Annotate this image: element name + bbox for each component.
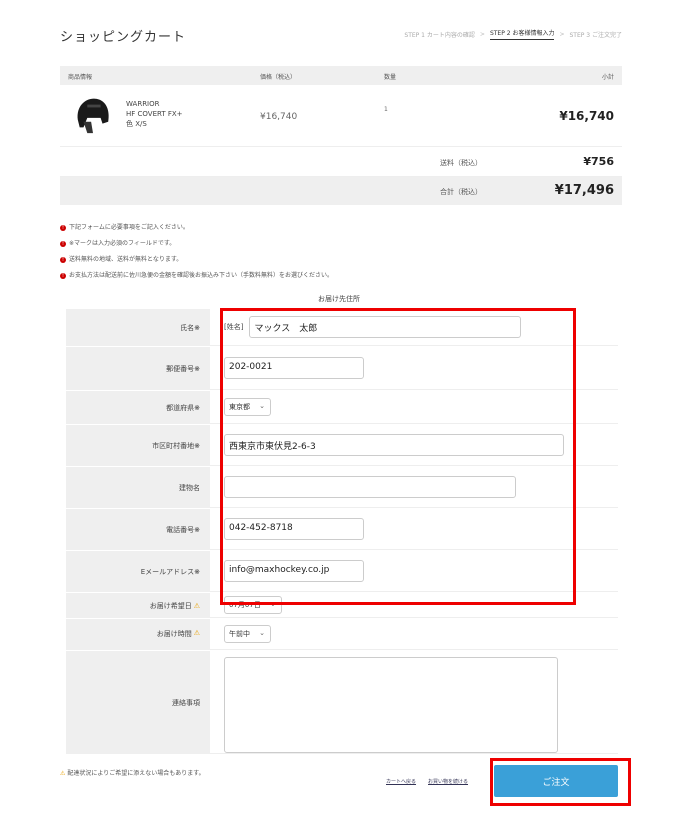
cart-header: 商品情報 価格（税込） 数量 小計	[60, 66, 622, 85]
warning-icon: ⚠	[60, 770, 66, 777]
step-3: STEP 3 ご注文完了	[569, 31, 622, 39]
note-item: ! 送料無料の地域、送料が無料となります。	[60, 256, 183, 263]
back-to-cart-link[interactable]: カートへ戻る	[386, 778, 416, 785]
header-subtotal: 小計	[601, 74, 614, 81]
label-delivery-date: お届け希望日 ⚠	[66, 593, 210, 618]
note-item: ! 下記フォームに必要事項をご記入ください。	[60, 224, 189, 231]
cart-table: 商品情報 価格（税込） 数量 小計 WARRIOR HF COVERT FX+ …	[60, 66, 622, 205]
total-value: ¥17,496	[554, 183, 614, 198]
form-notes: ! 下記フォームに必要事項をご記入ください。 ! ※マークは入力必須のフィールドです…	[60, 220, 333, 284]
product-subtotal: ¥16,740	[559, 109, 614, 123]
row-delivery-time: お届け時間 ⚠ 午前中 ⌄	[66, 619, 618, 651]
building-field[interactable]	[224, 476, 516, 498]
alert-icon: !	[60, 224, 66, 231]
product-brand: WARRIOR	[126, 100, 160, 108]
label-remarks: 連絡事項	[66, 651, 210, 754]
pref-select[interactable]: 東京都 ⌄	[224, 398, 271, 416]
helmet-product-image[interactable]	[74, 95, 112, 137]
total-label: 合計（税込）	[440, 188, 482, 196]
section-title: お届け先住所	[318, 295, 360, 303]
address-field[interactable]: 西東京市東伏見2-6-3	[224, 434, 564, 456]
header-item: 商品情報	[68, 74, 93, 81]
step-separator: >	[559, 30, 565, 38]
warning-icon: ⚠	[193, 601, 200, 610]
note-item: ! お支払方法は配送前に佐川急便の金額を確認後お振込み下さい（手数料無料）をお選び…	[60, 272, 334, 279]
chevron-down-icon: ⌄	[259, 629, 265, 637]
delivery-form: 氏名 ※ [姓名] マックス 太郎 郵便番号 ※ 202-0021 都道府県 ※ 東京…	[66, 309, 618, 755]
bottom-note: ⚠ 配達状況によりご希望に添えない場合もあります。	[60, 770, 205, 777]
continue-shopping-link[interactable]: お買い物を続ける	[428, 778, 468, 785]
checkout-steps: STEP 1 カート内容の確認 > STEP 2 お客様情報入力 > STEP …	[404, 28, 622, 40]
product-variant: 色 X/S	[126, 120, 147, 128]
shipping-value: ¥756	[583, 155, 614, 168]
phone-field[interactable]: 042-452-8718	[224, 518, 364, 540]
remarks-textarea[interactable]	[224, 657, 558, 753]
product-info: WARRIOR HF COVERT FX+ 色 X/S	[126, 99, 183, 129]
alert-icon: !	[60, 272, 66, 279]
name-field[interactable]: マックス 太郎	[249, 316, 522, 338]
label-pref: 都道府県 ※	[66, 391, 210, 424]
product-qty: 1	[384, 106, 388, 113]
row-email: Eメールアドレス ※ info@maxhockey.co.jp	[66, 551, 618, 593]
header-qty: 数量	[384, 74, 397, 81]
row-delivery-date: お届け希望日 ⚠ 07月07日 ⌄	[66, 593, 618, 619]
row-address: 市区町村番地 ※ 西東京市東伏見2-6-3	[66, 425, 618, 467]
warning-icon: ⚠	[193, 629, 200, 637]
shipping-row: 送料（税込） ¥756	[60, 147, 622, 177]
delivery-time-select[interactable]: 午前中 ⌄	[224, 625, 271, 643]
alert-icon: !	[60, 240, 66, 247]
note-item: ! ※マークは入力必須のフィールドです。	[60, 240, 176, 247]
step-2-active: STEP 2 お客様情報入力	[489, 28, 555, 40]
header-price: 価格（税込）	[260, 74, 297, 81]
label-delivery-time: お届け時間 ⚠	[66, 619, 210, 650]
label-building: 建物名	[66, 467, 210, 508]
row-building: 建物名	[66, 467, 618, 509]
row-phone: 電話番号 ※ 042-452-8718	[66, 509, 618, 551]
email-field[interactable]: info@maxhockey.co.jp	[224, 560, 364, 582]
row-zip: 郵便番号 ※ 202-0021	[66, 347, 618, 391]
label-zip: 郵便番号 ※	[66, 347, 210, 390]
cart-item-row: WARRIOR HF COVERT FX+ 色 X/S ¥16,740 1 ¥1…	[60, 85, 622, 147]
product-price: ¥16,740	[260, 112, 298, 122]
total-row: 合計（税込） ¥17,496	[60, 177, 622, 205]
step-1: STEP 1 カート内容の確認	[404, 31, 475, 39]
chevron-down-icon: ⌄	[259, 402, 265, 410]
order-button[interactable]: ご注文	[494, 765, 618, 797]
alert-icon: !	[60, 256, 66, 263]
name-tag: [姓名]	[224, 323, 244, 331]
label-phone: 電話番号 ※	[66, 509, 210, 550]
step-separator: >	[479, 30, 485, 38]
label-name: 氏名 ※	[66, 309, 210, 346]
delivery-date-select[interactable]: 07月07日 ⌄	[224, 596, 282, 614]
row-remarks: 連絡事項	[66, 651, 618, 755]
label-email: Eメールアドレス ※	[66, 551, 210, 592]
chevron-down-icon: ⌄	[269, 600, 276, 608]
row-pref: 都道府県 ※ 東京都 ⌄	[66, 391, 618, 425]
page-title: ショッピングカート	[60, 30, 187, 45]
zip-field[interactable]: 202-0021	[224, 357, 364, 379]
row-name: 氏名 ※ [姓名] マックス 太郎	[66, 309, 618, 347]
product-name[interactable]: HF COVERT FX+	[126, 109, 183, 119]
label-address: 市区町村番地 ※	[66, 425, 210, 466]
shipping-label: 送料（税込）	[440, 159, 482, 167]
